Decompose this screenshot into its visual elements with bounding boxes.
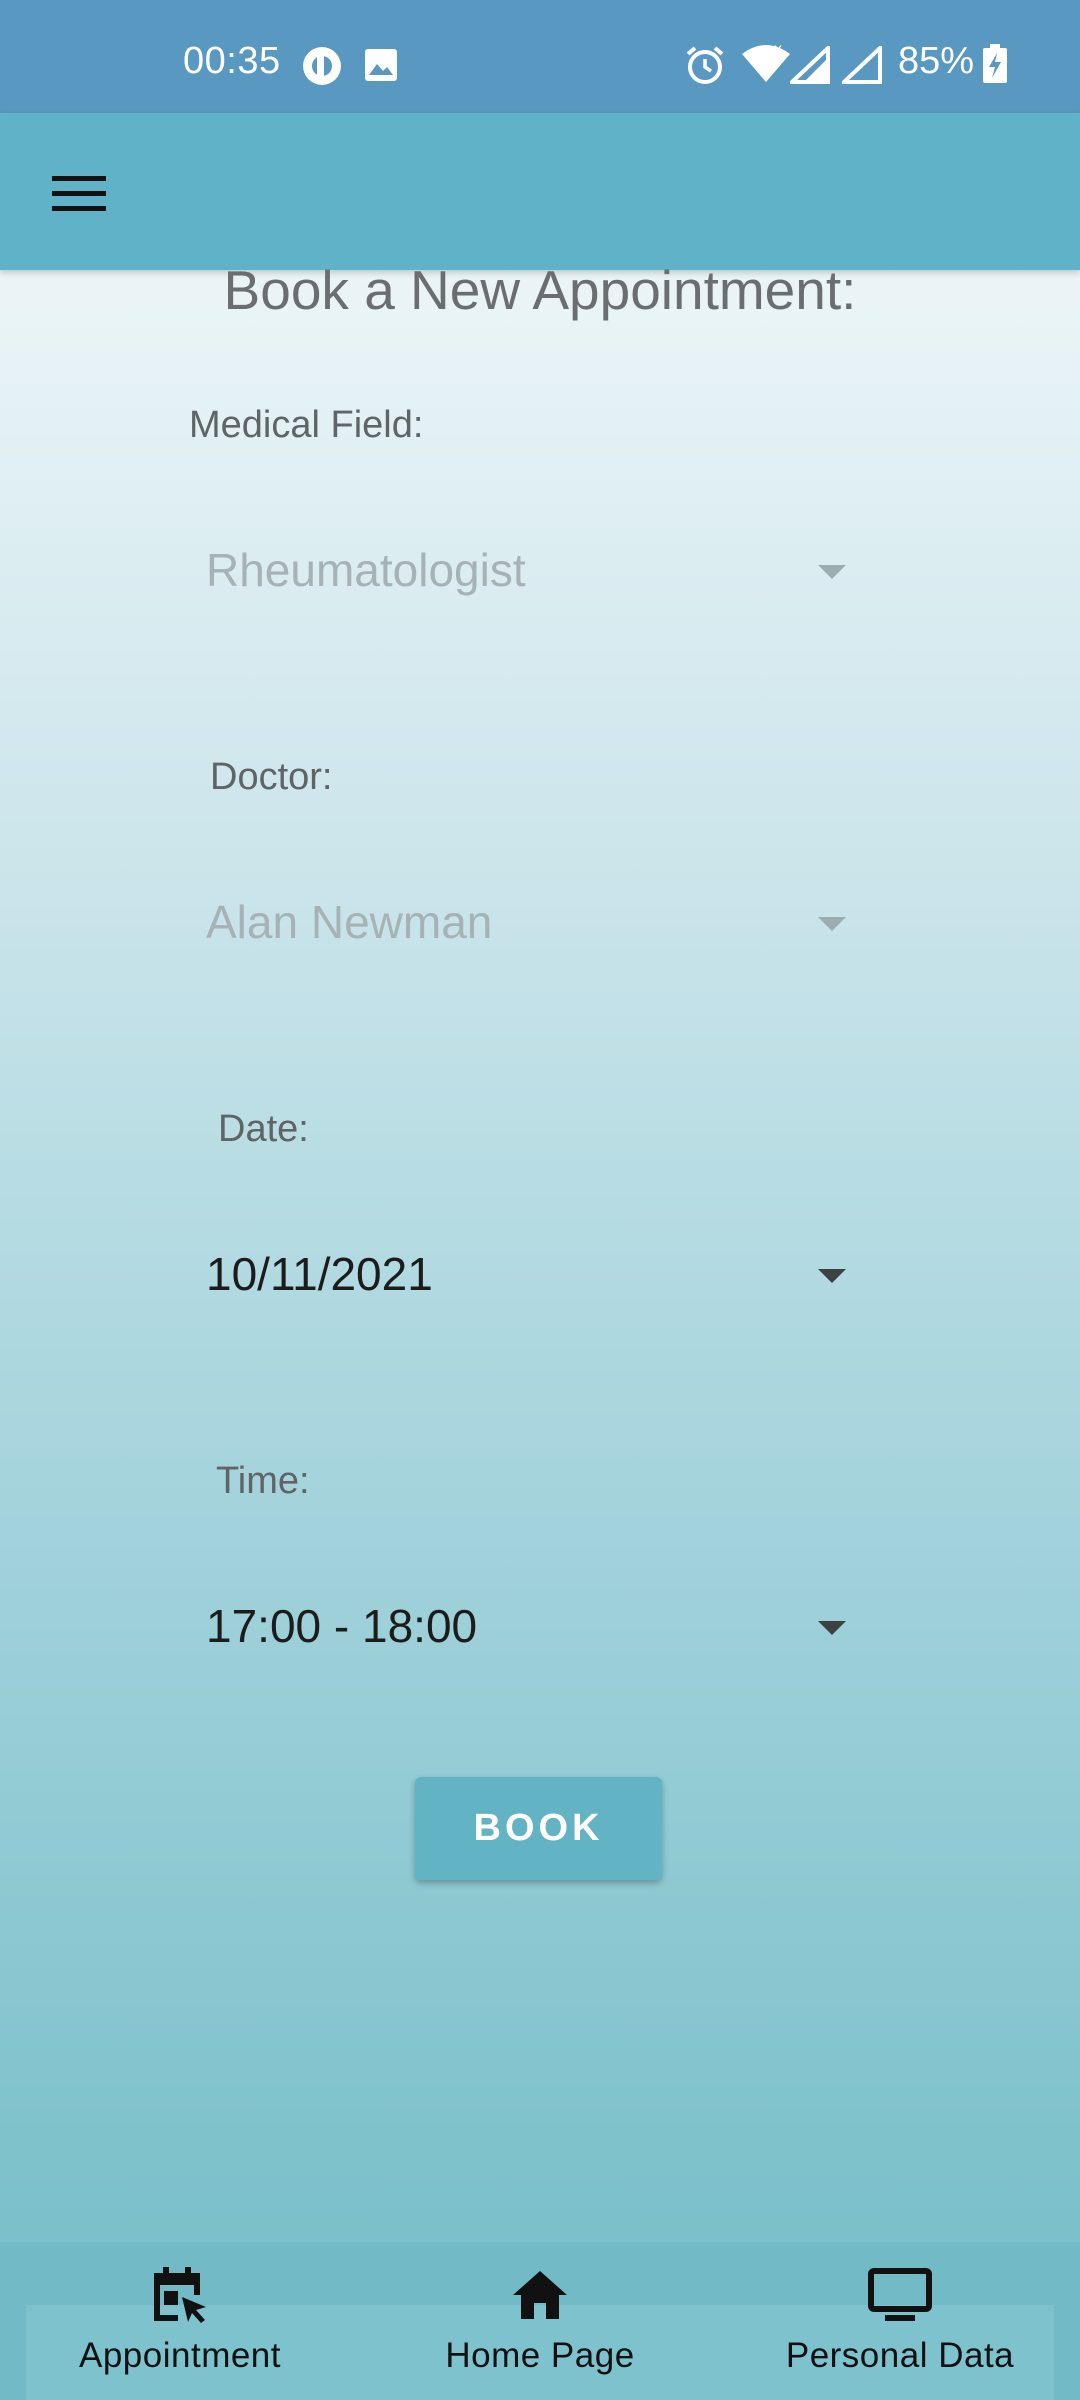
nav-label-personal-data: Personal Data	[785, 2336, 1015, 2375]
status-time: 00:35	[183, 40, 281, 82]
time-dropdown[interactable]: 17:00 - 18:00	[206, 1583, 846, 1673]
pocket-casts-icon	[302, 46, 342, 91]
app-bar	[0, 113, 1080, 270]
page-title: Book a New Appointment:	[223, 259, 857, 321]
svg-text:x: x	[774, 42, 782, 58]
chevron-down-icon	[818, 1269, 846, 1283]
chevron-down-icon	[818, 917, 846, 931]
monitor-icon	[867, 2262, 933, 2328]
wifi-icon: x	[740, 41, 792, 89]
signal-icon	[838, 43, 882, 89]
medical-field-dropdown[interactable]: Rheumatologist	[206, 527, 846, 617]
doctor-dropdown[interactable]: Alan Newman	[206, 879, 846, 969]
alarm-icon	[684, 44, 726, 91]
nav-label-home: Home Page	[445, 2336, 635, 2375]
book-button[interactable]: BOOK	[415, 1777, 662, 1880]
nav-item-home[interactable]: Home Page	[420, 2262, 660, 2400]
date-value: 10/11/2021	[206, 1248, 433, 1300]
chevron-down-icon	[818, 1621, 846, 1635]
nav-label-appointment: Appointment	[78, 2336, 282, 2375]
medical-field-label: Medical Field:	[189, 404, 424, 446]
calendar-cursor-icon	[150, 2262, 210, 2328]
image-icon	[364, 48, 398, 87]
chevron-down-icon	[818, 565, 846, 579]
battery-percentage: 85%	[898, 40, 975, 82]
date-label: Date:	[218, 1108, 309, 1150]
date-dropdown[interactable]: 10/11/2021	[206, 1231, 846, 1321]
medical-field-value: Rheumatologist	[206, 544, 526, 596]
battery-charging-icon	[982, 44, 1008, 89]
nav-item-personal-data[interactable]: Personal Data	[760, 2262, 1040, 2400]
status-bar: 00:35 x 85%	[0, 0, 1080, 113]
menu-button[interactable]	[42, 157, 116, 231]
home-icon	[510, 2262, 570, 2328]
time-value: 17:00 - 18:00	[206, 1600, 478, 1652]
doctor-label: Doctor:	[210, 756, 333, 798]
nav-item-appointment[interactable]: Appointment	[60, 2262, 300, 2400]
signal-icon	[786, 43, 830, 89]
time-label: Time:	[216, 1460, 310, 1502]
hamburger-menu-icon	[52, 176, 106, 211]
doctor-value: Alan Newman	[206, 896, 493, 948]
